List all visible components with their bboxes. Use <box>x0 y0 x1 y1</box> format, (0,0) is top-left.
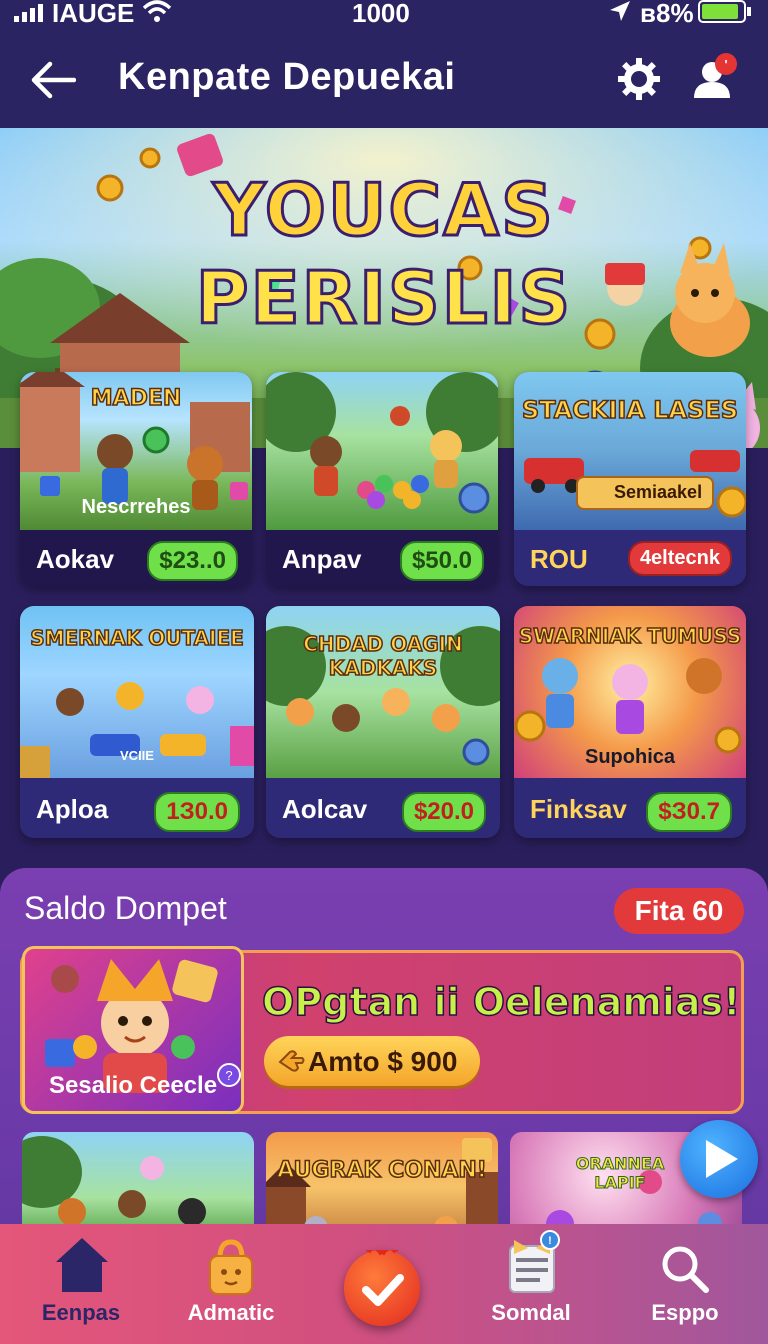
status-bar: IAUGE 1000 ʙ8% <box>0 0 768 30</box>
battery-icon <box>698 0 751 23</box>
game-card-art: CHDAD OAGIN KADKAKS <box>266 606 500 778</box>
game-card-price[interactable]: $З0.7 <box>646 792 732 832</box>
game-card-name: Finksav <box>530 794 627 824</box>
location-icon <box>610 1 630 21</box>
game-card[interactable]: STACKIIA LASES Semiaakel ROU 4eltecnk <box>514 372 746 586</box>
game-card[interactable]: MADEN Nescrrehes Aokav $23..0 <box>20 372 252 586</box>
game-card-art-chip: Semiaakel <box>576 476 714 510</box>
thumbnail-title: ORANNEA LAPIF <box>575 1154 665 1193</box>
nav-item-center-action[interactable] <box>344 1250 420 1326</box>
game-card-art-label: VCIIE <box>120 748 154 763</box>
game-card-price[interactable]: $50.0 <box>399 541 484 581</box>
game-card-art: SWARNIAK TUMUSS Supohica <box>514 606 746 778</box>
hand-icon <box>278 1050 305 1072</box>
game-card-art-label: Supohica <box>584 746 675 768</box>
nav-item-home[interactable]: Eenpas <box>6 1224 156 1344</box>
back-arrow-icon[interactable] <box>30 60 76 100</box>
game-card-art-title: STACKIIA LASES <box>521 395 739 425</box>
game-card-footer: Anpav $50.0 <box>266 530 498 586</box>
nav-label: Esppo <box>651 1300 719 1325</box>
promo-caption: Sesalio Ceecle <box>48 1072 218 1099</box>
promo-headline: OPgtan ii Oelenamias! <box>261 979 741 1025</box>
wifi-icon <box>142 0 172 22</box>
profile-icon[interactable]: ' <box>690 50 740 102</box>
thumbnail-title: AUGRAK CONAN! <box>276 1157 487 1184</box>
game-card-price[interactable]: $23..0 <box>147 541 238 581</box>
game-card-price[interactable]: 4eltecnk <box>627 541 732 576</box>
game-card[interactable]: SMERNAK OUTAIEE VCIIE Aploa 1З0.0 <box>20 606 254 838</box>
bag-icon <box>209 1239 253 1295</box>
nav-label: Eenpas <box>41 1300 121 1325</box>
game-card-art-title: SMERNAK OUTAIEE <box>29 625 244 651</box>
page-title: Kenpate Depuekai <box>118 56 456 98</box>
game-card-name: ROU <box>530 544 588 574</box>
carrier-label: IAUGE <box>52 0 135 28</box>
check-icon <box>362 1250 404 1306</box>
game-card-illustration <box>266 372 498 514</box>
game-card-footer: Finksav $З0.7 <box>514 778 746 838</box>
game-card-name: Aploa <box>36 794 109 824</box>
wallet-badge[interactable]: Fita 60 <box>614 888 744 934</box>
game-card-art <box>266 372 498 530</box>
game-card-art: SMERNAK OUTAIEE VCIIE <box>20 606 254 778</box>
nav-label: Admatic <box>187 1300 275 1325</box>
promo-amount-button[interactable]: Amto $ 900 <box>264 1036 480 1086</box>
game-card-name: Anpav <box>282 544 362 574</box>
gear-icon[interactable] <box>616 56 662 102</box>
play-arrow-icon <box>706 1140 738 1178</box>
svg-text:!: ! <box>548 1235 552 1247</box>
game-card[interactable]: Anpav $50.0 <box>266 372 498 586</box>
clock: 1000 <box>352 0 410 28</box>
nav-item-admatic[interactable]: Admatic <box>156 1224 306 1344</box>
game-card-footer: ROU 4eltecnk <box>514 530 746 586</box>
game-card-footer: Aolcav $20.0 <box>266 778 500 838</box>
hero-title-line-2: PERISLIS <box>194 255 573 342</box>
nav-item-somdal[interactable]: ! Somdal <box>456 1224 606 1344</box>
promo-button-label: Amto $ 900 <box>308 1046 458 1077</box>
game-card-name: Aokav <box>36 544 115 574</box>
game-card-name: Aolcav <box>282 794 368 824</box>
game-card-footer: Aploa 1З0.0 <box>20 778 254 838</box>
battery-percent: ʙ8% <box>640 0 694 28</box>
next-arrow-button[interactable] <box>680 1120 758 1198</box>
game-card-art-title: MADEN <box>90 385 182 412</box>
game-card-footer: Aokav $23..0 <box>20 530 252 586</box>
game-card[interactable]: SWARNIAK TUMUSS Supohica Finksav $З0.7 <box>514 606 746 838</box>
wallet-title: Saldo Dompet <box>24 890 227 926</box>
nav-label: Somdal <box>491 1300 571 1325</box>
game-card-price[interactable]: 1З0.0 <box>154 792 240 832</box>
game-card[interactable]: CHDAD OAGIN KADKAKS Aolcav $20.0 <box>266 606 500 838</box>
game-card-price[interactable]: $20.0 <box>401 792 486 832</box>
game-card-art: STACKIIA LASES Semiaakel <box>514 372 746 530</box>
search-icon <box>662 1246 709 1293</box>
signal-icon <box>14 4 43 22</box>
nav-item-esppo[interactable]: Esppo <box>610 1224 760 1344</box>
hero-title-line-1: YOUCAS <box>212 167 555 254</box>
home-icon <box>56 1238 108 1292</box>
game-card-art-title: SWARNIAK TUMUSS <box>518 623 742 649</box>
game-card-art: MADEN Nescrrehes <box>20 372 252 530</box>
notes-icon: ! <box>509 1230 560 1293</box>
game-card-art-title: CHDAD OAGIN KADKAKS <box>302 631 463 681</box>
svg-text:': ' <box>724 57 727 72</box>
game-card-art-label: Nescrrehes <box>81 496 191 518</box>
